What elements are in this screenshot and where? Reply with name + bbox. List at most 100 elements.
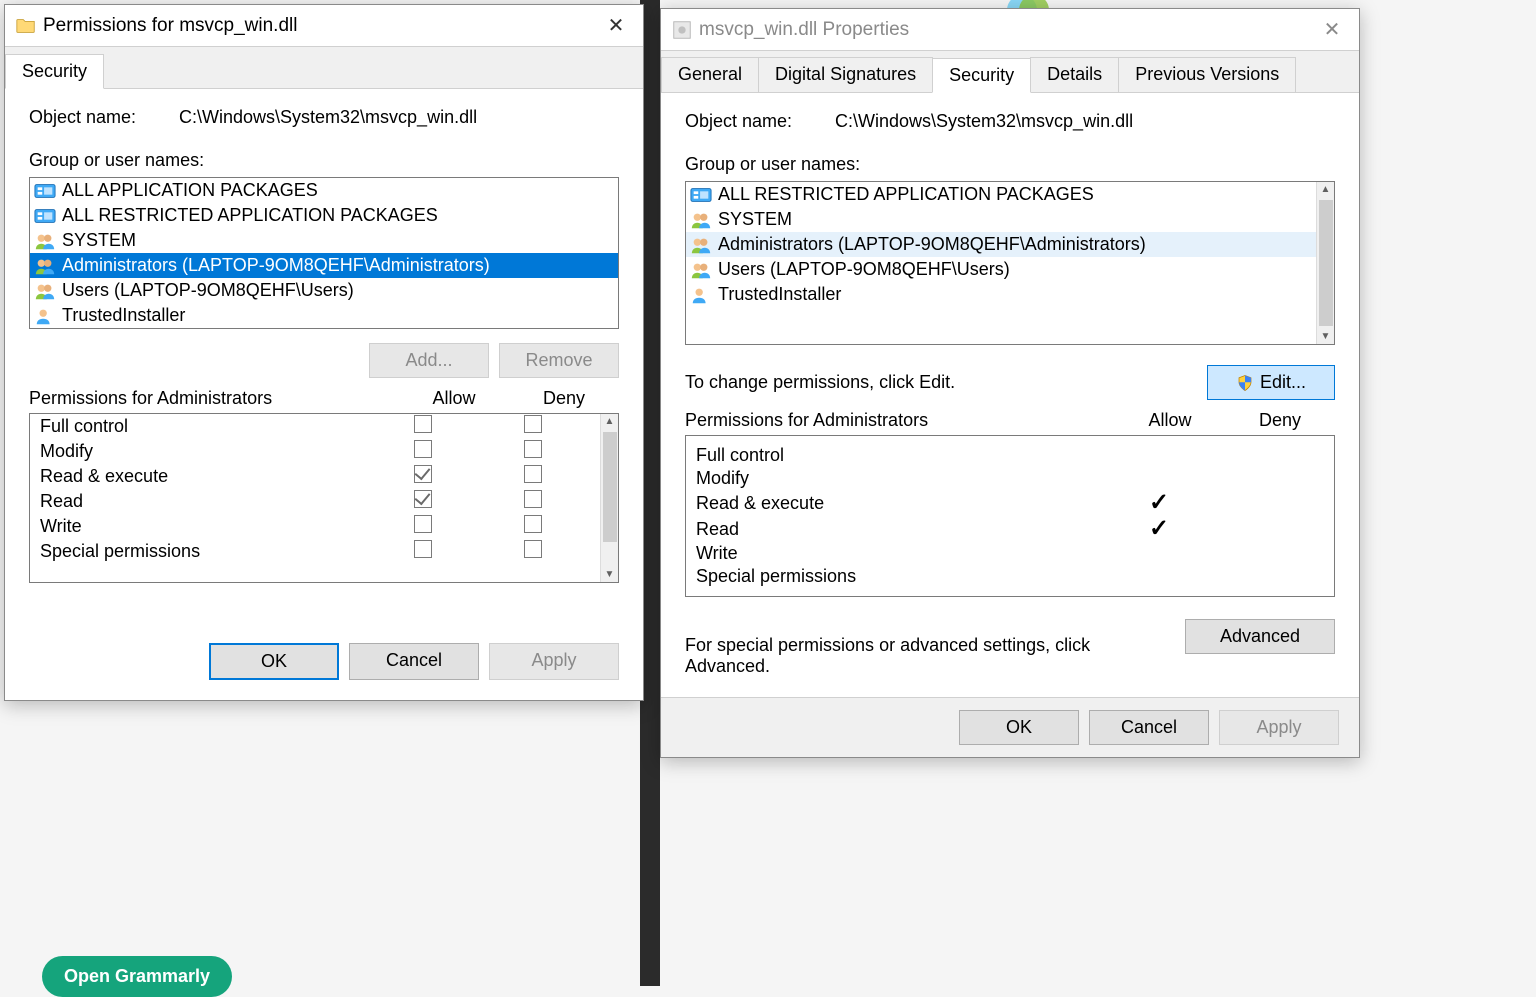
principal-name: SYSTEM [718, 209, 792, 230]
checkbox-icon[interactable] [414, 515, 432, 533]
checkmark-icon: ✓ [1149, 489, 1169, 516]
principal-item[interactable]: SYSTEM [686, 207, 1316, 232]
tab-security[interactable]: Security [932, 58, 1031, 93]
deny-column-header: Deny [1225, 410, 1335, 431]
scroll-down-icon[interactable]: ▼ [1321, 329, 1331, 344]
principal-item[interactable]: ALL RESTRICTED APPLICATION PACKAGES [686, 182, 1316, 207]
tabstrip: Security [5, 47, 643, 89]
group-icon [34, 256, 56, 276]
checkbox-icon[interactable] [414, 540, 432, 558]
titlebar[interactable]: msvcp_win.dll Properties ✕ [661, 9, 1359, 51]
close-button[interactable]: ✕ [1309, 14, 1355, 46]
principal-item[interactable]: ALL APPLICATION PACKAGES [30, 178, 618, 203]
tab-details[interactable]: Details [1030, 57, 1119, 92]
checkbox-icon[interactable] [414, 465, 432, 483]
principal-name: SYSTEM [62, 230, 136, 251]
principal-name: Administrators (LAPTOP-9OM8QEHF\Administ… [62, 255, 490, 276]
permission-row: Modify [686, 467, 1334, 490]
scroll-down-icon[interactable]: ▼ [605, 567, 615, 582]
ok-button[interactable]: OK [959, 710, 1079, 745]
checkbox-icon[interactable] [524, 515, 542, 533]
add-button[interactable]: Add... [369, 343, 489, 378]
principal-item[interactable]: TrustedInstaller [686, 282, 1316, 307]
tab-security[interactable]: Security [5, 54, 104, 89]
principal-item[interactable]: Administrators (LAPTOP-9OM8QEHF\Administ… [686, 232, 1316, 257]
principal-item[interactable]: Users (LAPTOP-9OM8QEHF\Users) [30, 278, 618, 303]
scroll-thumb[interactable] [603, 432, 617, 542]
permissions-list: Full controlModifyRead & execute✓Read✓Wr… [685, 435, 1335, 597]
permission-name: Special permissions [696, 566, 1104, 587]
edit-button-label: Edit... [1260, 372, 1306, 393]
grammarly-pill[interactable]: Open Grammarly [42, 956, 232, 997]
tab-digital-signatures[interactable]: Digital Signatures [758, 57, 933, 92]
permission-row: Special permissions [30, 539, 598, 564]
permission-allow-cell[interactable] [368, 515, 478, 538]
principal-name: ALL APPLICATION PACKAGES [62, 180, 318, 201]
scrollbar[interactable]: ▲ ▼ [600, 414, 618, 582]
checkbox-icon[interactable] [414, 440, 432, 458]
checkbox-icon[interactable] [524, 540, 542, 558]
permission-row: Write [686, 542, 1334, 565]
permission-name: Write [40, 516, 368, 537]
tab-previous-versions[interactable]: Previous Versions [1118, 57, 1296, 92]
permission-allow-cell[interactable] [368, 490, 478, 513]
permission-name: Write [696, 543, 1104, 564]
permission-deny-cell[interactable] [478, 515, 588, 538]
principal-name: Users (LAPTOP-9OM8QEHF\Users) [718, 259, 1010, 280]
scroll-up-icon[interactable]: ▲ [605, 414, 615, 429]
principal-item[interactable]: TrustedInstaller [30, 303, 618, 328]
apply-button[interactable]: Apply [489, 643, 619, 680]
ok-button[interactable]: OK [209, 643, 339, 680]
permission-name: Full control [40, 416, 368, 437]
principal-item[interactable]: ALL RESTRICTED APPLICATION PACKAGES [30, 203, 618, 228]
principal-item[interactable]: SYSTEM [30, 228, 618, 253]
permissions-list[interactable]: Full controlModifyRead & executeReadWrit… [29, 413, 619, 583]
principals-listbox[interactable]: ALL RESTRICTED APPLICATION PACKAGES SYSTE… [685, 181, 1335, 345]
principal-name: ALL RESTRICTED APPLICATION PACKAGES [718, 184, 1094, 205]
checkbox-icon[interactable] [524, 490, 542, 508]
checkbox-icon[interactable] [414, 490, 432, 508]
cancel-button[interactable]: Cancel [349, 643, 479, 680]
permission-deny-cell[interactable] [478, 440, 588, 463]
object-name-label: Object name: [685, 111, 835, 132]
checkbox-icon[interactable] [524, 440, 542, 458]
permission-deny-cell[interactable] [478, 540, 588, 563]
group-user-names-label: Group or user names: [29, 150, 619, 171]
package-icon [34, 206, 56, 226]
remove-button[interactable]: Remove [499, 343, 619, 378]
properties-icon [671, 19, 693, 41]
edit-button[interactable]: Edit... [1207, 365, 1335, 400]
principal-item[interactable]: Users (LAPTOP-9OM8QEHF\Users) [686, 257, 1316, 282]
properties-dialog: msvcp_win.dll Properties ✕ General Digit… [660, 8, 1360, 758]
permission-row: Read [30, 489, 598, 514]
title-text: msvcp_win.dll Properties [693, 19, 1309, 41]
checkbox-icon[interactable] [524, 465, 542, 483]
tab-general[interactable]: General [661, 57, 759, 92]
checkbox-icon[interactable] [414, 415, 432, 433]
close-button[interactable]: ✕ [593, 10, 639, 42]
principal-name: TrustedInstaller [62, 305, 185, 326]
principals-listbox[interactable]: ALL APPLICATION PACKAGESALL RESTRICTED A… [29, 177, 619, 329]
permission-allow-cell[interactable] [368, 465, 478, 488]
principal-name: Administrators (LAPTOP-9OM8QEHF\Administ… [718, 234, 1146, 255]
cancel-button[interactable]: Cancel [1089, 710, 1209, 745]
permission-deny-cell[interactable] [478, 465, 588, 488]
advanced-button[interactable]: Advanced [1185, 619, 1335, 654]
scrollbar[interactable]: ▲ ▼ [1316, 182, 1334, 344]
permission-row: Read & execute✓ [686, 490, 1334, 516]
checkbox-icon[interactable] [524, 415, 542, 433]
permission-allow-cell[interactable] [368, 415, 478, 438]
titlebar[interactable]: Permissions for msvcp_win.dll ✕ [5, 5, 643, 47]
permission-name: Read [40, 491, 368, 512]
permission-deny-cell[interactable] [478, 415, 588, 438]
permissions-dialog: Permissions for msvcp_win.dll ✕ Security… [4, 4, 644, 701]
allow-column-header: Allow [1115, 410, 1225, 431]
permission-allow-cell[interactable] [368, 440, 478, 463]
apply-button[interactable]: Apply [1219, 710, 1339, 745]
principal-item[interactable]: Administrators (LAPTOP-9OM8QEHF\Administ… [30, 253, 618, 278]
scroll-thumb[interactable] [1319, 200, 1333, 326]
scroll-up-icon[interactable]: ▲ [1321, 182, 1331, 197]
permission-allow-cell[interactable] [368, 540, 478, 563]
package-icon [690, 185, 712, 205]
permission-deny-cell[interactable] [478, 490, 588, 513]
